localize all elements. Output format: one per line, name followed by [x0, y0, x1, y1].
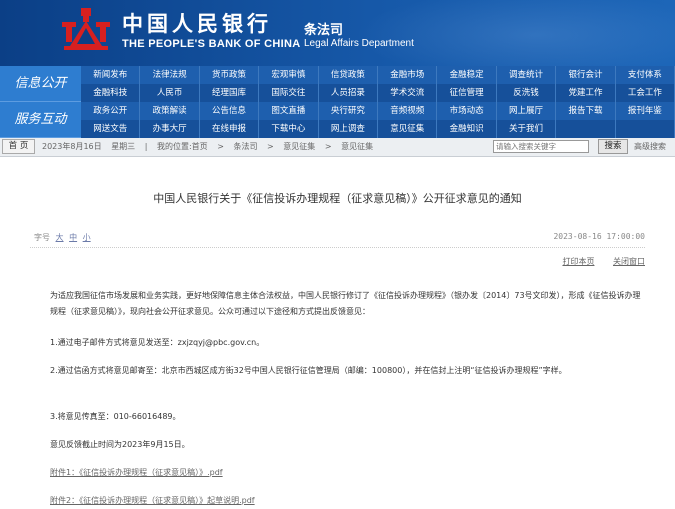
nav-item-empty: [556, 120, 616, 138]
nav-row-2: 金融科技 人民币 经理国库 国际交往 人员招录 学术交流 征信管理 反洗钱 党建…: [81, 84, 675, 102]
breadcrumb-link-opinions[interactable]: 意见征集: [283, 142, 315, 151]
breadcrumb-link-legal-dept[interactable]: 条法司: [233, 142, 257, 151]
nav-item[interactable]: 调查统计: [497, 66, 557, 84]
current-weekday: 星期三: [111, 142, 136, 151]
breadcrumb-bar: 首 页 2023年8月16日 星期三 | 我的位置:首页 > 条法司 > 意见征…: [0, 138, 675, 157]
breadcrumb-separator: >: [324, 142, 332, 151]
nav-row-1: 新闻发布 法律法规 货币政策 宏观审慎 信贷政策 金融市场 金融稳定 调查统计 …: [81, 66, 675, 84]
nav-item[interactable]: 金融市场: [378, 66, 438, 84]
article-actions: 打印本页 关闭窗口: [546, 256, 645, 267]
nav-item[interactable]: 人员招录: [319, 84, 379, 102]
nav-item[interactable]: 网上展厅: [497, 102, 557, 120]
advanced-search-link[interactable]: 高级搜索: [634, 138, 666, 156]
article-paragraph: 1.通过电子邮件方式将意见发送至：zxjzqyj@pbc.gov.cn。: [50, 338, 265, 347]
department-name-en: Legal Affairs Department: [304, 38, 414, 49]
nav-item[interactable]: 信贷政策: [319, 66, 379, 84]
attachment-item: 附件2：《征信投诉办理规程（征求意见稿）》起草说明.pdf: [50, 493, 645, 509]
nav-item[interactable]: 央行研究: [319, 102, 379, 120]
header-banner: 中国人民银行 THE PEOPLE'S BANK OF CHINA 条法司 Le…: [0, 0, 675, 66]
nav-item[interactable]: 国际交往: [259, 84, 319, 102]
breadcrumb-current[interactable]: 意见征集: [341, 142, 373, 151]
nav-item[interactable]: 支付体系: [616, 66, 675, 84]
department-name-cn: 条法司: [304, 23, 344, 38]
publish-date: 2023-08-16 17:00:00: [553, 232, 645, 241]
nav-row-3: 政务公开 政策解读 公告信息 图文直播 央行研究 音频视频 市场动态 网上展厅 …: [81, 102, 675, 120]
nav-item-empty: [616, 120, 675, 138]
nav-item[interactable]: 金融知识: [437, 120, 497, 138]
attachment-link-2[interactable]: 附件2：《征信投诉办理规程（征求意见稿）》起草说明.pdf: [50, 496, 255, 505]
article-paragraph: 3.将意见传真至：010-66016489。: [50, 412, 181, 421]
nav-item[interactable]: 公告信息: [200, 102, 260, 120]
article-paragraph: 为适应我国征信市场发展和业务实践，更好地保障信息主体合法权益，中国人民银行修订了…: [50, 291, 641, 316]
search-button[interactable]: 搜索: [598, 139, 628, 154]
bank-name-cn: 中国人民银行: [122, 11, 272, 36]
nav-item[interactable]: 下载中心: [259, 120, 319, 138]
font-size-large-button[interactable]: 大: [56, 233, 64, 242]
attachment-link-1[interactable]: 附件1：《征信投诉办理规程（征求意见稿）》.pdf: [50, 468, 223, 477]
banner-decoration: [355, 0, 675, 66]
search-input[interactable]: [493, 140, 589, 153]
pboc-emblem-icon: [62, 8, 110, 50]
breadcrumb: 2023年8月16日 星期三 | 我的位置:首页 > 条法司 > 意见征集 > …: [42, 138, 380, 156]
article-title: 中国人民银行关于《征信投诉办理规程（征求意见稿）》公开征求意见的通知: [153, 192, 522, 205]
nav-item[interactable]: 办事大厅: [140, 120, 200, 138]
nav-item[interactable]: 反洗钱: [497, 84, 557, 102]
article-paragraph: 2.通过信函方式将意见邮寄至：北京市西城区成方街32号中国人民银行征信管理局（邮…: [50, 366, 567, 375]
nav-item[interactable]: 法律法规: [140, 66, 200, 84]
nav-item[interactable]: 宏观审慎: [259, 66, 319, 84]
article-divider: [30, 247, 645, 248]
font-size-label: 字号: [34, 233, 50, 242]
article-paragraph: 意见反馈截止时间为2023年9月15日。: [50, 440, 190, 449]
font-size-medium-button[interactable]: 中: [69, 233, 77, 242]
nav-item[interactable]: 新闻发布: [81, 66, 141, 84]
nav-item[interactable]: 金融稳定: [437, 66, 497, 84]
nav-item[interactable]: 市场动态: [437, 102, 497, 120]
nav-item[interactable]: 学术交流: [378, 84, 438, 102]
nav-row-4: 网送文告 办事大厅 在线申报 下载中心 网上调查 意见征集 金融知识 关于我们: [81, 120, 675, 138]
nav-item[interactable]: 图文直播: [259, 102, 319, 120]
nav-item[interactable]: 网上调查: [319, 120, 379, 138]
nav-group-info-disclosure[interactable]: 信息公开: [0, 66, 81, 102]
nav-item[interactable]: 党建工作: [556, 84, 616, 102]
nav-item[interactable]: 金融科技: [81, 84, 141, 102]
attachment-item: 附件1：《征信投诉办理规程（征求意见稿）》.pdf: [50, 465, 645, 481]
close-window-link[interactable]: 关闭窗口: [613, 257, 645, 266]
breadcrumb-separator: >: [267, 142, 274, 151]
current-date: 2023年8月16日: [42, 142, 102, 151]
nav-item[interactable]: 意见征集: [378, 120, 438, 138]
home-button[interactable]: 首 页: [2, 139, 35, 154]
nav-item[interactable]: 报刊年鉴: [616, 102, 675, 120]
main-navigation: 信息公开 服务互动 新闻发布 法律法规 货币政策 宏观审慎 信贷政策 金融市场 …: [0, 66, 675, 138]
nav-item[interactable]: 货币政策: [200, 66, 260, 84]
nav-item[interactable]: 关于我们: [497, 120, 557, 138]
nav-item[interactable]: 政策解读: [140, 102, 200, 120]
print-page-link[interactable]: 打印本页: [562, 257, 594, 266]
nav-item[interactable]: 报告下载: [556, 102, 616, 120]
bank-name-en: THE PEOPLE'S BANK OF CHINA: [122, 38, 301, 50]
nav-item[interactable]: 政务公开: [81, 102, 141, 120]
breadcrumb-separator: >: [217, 142, 224, 151]
nav-item[interactable]: 经理国库: [200, 84, 260, 102]
font-size-small-button[interactable]: 小: [83, 233, 91, 242]
nav-item[interactable]: 网送文告: [81, 120, 141, 138]
nav-item[interactable]: 工会工作: [616, 84, 675, 102]
nav-item[interactable]: 征信管理: [437, 84, 497, 102]
divider: |: [144, 142, 148, 151]
nav-item[interactable]: 银行会计: [556, 66, 616, 84]
nav-item[interactable]: 人民币: [140, 84, 200, 102]
font-size-selector: 字号 大 中 小: [34, 232, 91, 243]
nav-item[interactable]: 音频视频: [378, 102, 438, 120]
nav-item[interactable]: 在线申报: [200, 120, 260, 138]
breadcrumb-home-link[interactable]: 我的位置:首页: [157, 142, 208, 151]
nav-group-service-interaction[interactable]: 服务互动: [0, 102, 81, 138]
